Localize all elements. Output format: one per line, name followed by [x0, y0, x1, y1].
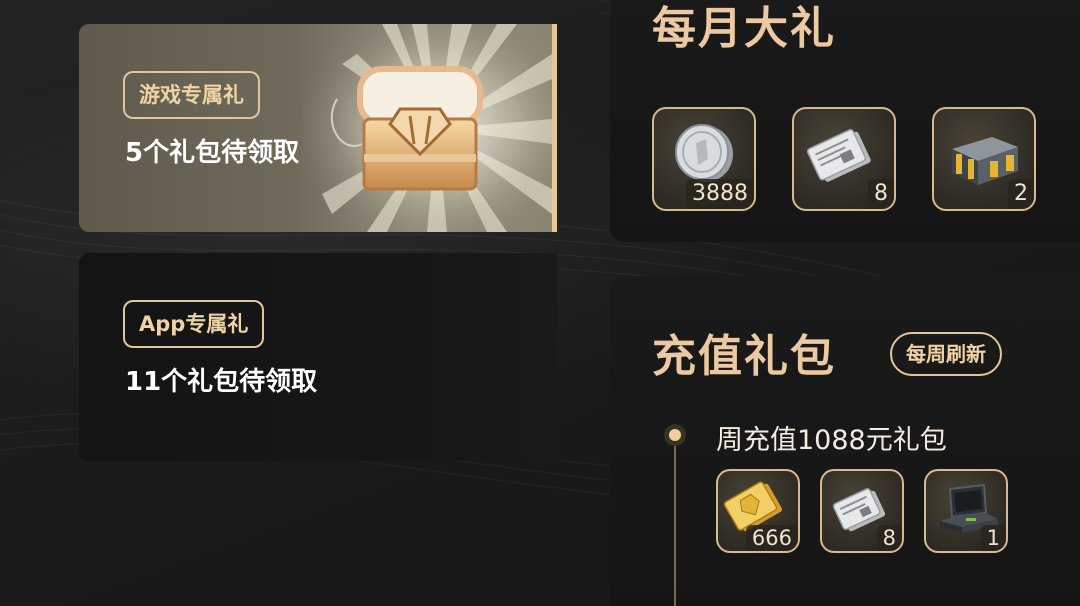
- reward-item-silver-coin[interactable]: 3888: [652, 107, 756, 211]
- reward-item-ticket[interactable]: 8: [820, 469, 904, 553]
- selected-indicator: [552, 24, 557, 232]
- monthly-gift-panel: 每月大礼 3888 8 2: [610, 0, 1080, 242]
- item-count: 8: [876, 525, 902, 551]
- item-count: 666: [745, 525, 798, 551]
- treasure-chest-image: [302, 24, 552, 232]
- game-gift-card[interactable]: 游戏专属礼 5个礼包待领取: [79, 24, 557, 232]
- reward-item-gold-card[interactable]: 666: [716, 469, 800, 553]
- reward-item-laptop-case[interactable]: 1: [924, 469, 1008, 553]
- reward-item-ticket[interactable]: 8: [792, 107, 896, 211]
- recharge-gift-panel: 充值礼包 每周刷新 周充值1088元礼包 666 8 1: [610, 276, 1080, 606]
- recharge-gift-title: 充值礼包: [652, 331, 836, 382]
- item-count: 3888: [686, 179, 754, 209]
- timeline-line: [674, 446, 676, 606]
- item-count: 8: [868, 179, 894, 209]
- app-gift-tag: App专属礼: [123, 300, 265, 348]
- monthly-gift-title: 每月大礼: [652, 3, 836, 54]
- app-gift-count-text: 11个礼包待领取: [125, 367, 318, 397]
- item-count: 2: [1008, 179, 1034, 209]
- app-gift-card[interactable]: App专属礼 11个礼包待领取: [79, 253, 557, 461]
- weekly-refresh-badge: 每周刷新: [890, 332, 1002, 376]
- package-title: 周充值1088元礼包: [716, 425, 947, 456]
- game-gift-tag: 游戏专属礼: [123, 71, 260, 119]
- item-count: 1: [980, 525, 1006, 551]
- game-gift-count-text: 5个礼包待领取: [125, 138, 300, 168]
- reward-item-crate[interactable]: 2: [932, 107, 1036, 211]
- timeline-dot: [664, 424, 686, 446]
- gift-center-screen: 游戏专属礼 5个礼包待领取 App专属礼 11个礼包待领取 每月大礼 3888: [0, 0, 1080, 606]
